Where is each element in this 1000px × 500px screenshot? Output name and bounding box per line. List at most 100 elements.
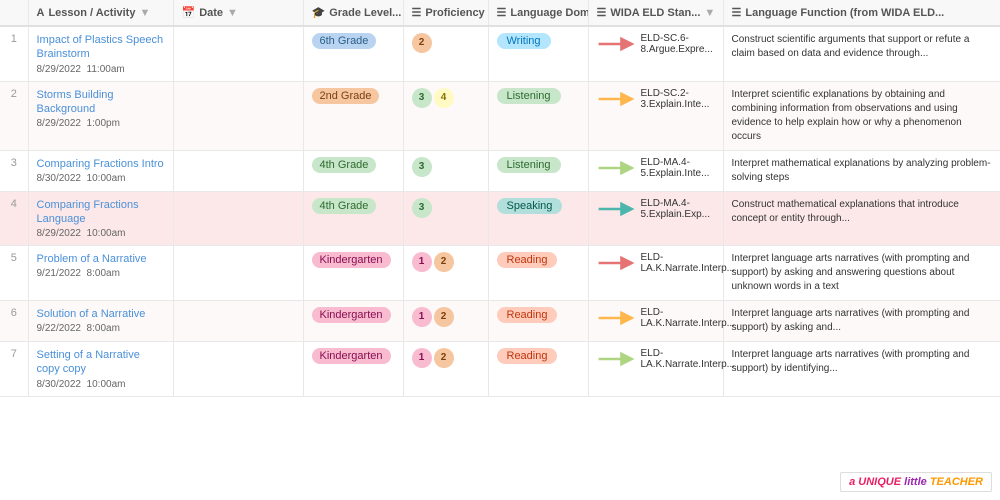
grade-cell: Kindergarten xyxy=(303,301,403,342)
grade-cell: 4th Grade xyxy=(303,191,403,246)
date-time: 8/30/2022 10:00am xyxy=(37,379,165,390)
prof-badge: 1 xyxy=(412,252,432,272)
lang-domain-cell: Listening xyxy=(488,150,588,191)
prof-badge: 2 xyxy=(434,307,454,327)
lang-domain-badge: Reading xyxy=(497,307,558,323)
lesson-name[interactable]: Impact of Plastics Speech Brainstorm xyxy=(37,33,165,62)
lang-func-cell: Interpret language arts narratives (with… xyxy=(723,301,1000,342)
proficiency-cell: 3 xyxy=(403,150,488,191)
date-cell xyxy=(173,81,303,150)
lesson-name[interactable]: Comparing Fractions Intro xyxy=(37,157,165,171)
date-time: 8/29/2022 11:00am xyxy=(37,64,165,75)
date-cell xyxy=(173,150,303,191)
date-time: 9/21/2022 8:00am xyxy=(37,268,165,279)
lang-func-text: Interpret scientific explanations by obt… xyxy=(732,88,992,144)
date-cell xyxy=(173,342,303,397)
wida-cell: ELD-MA.4-5.Explain.Inte... xyxy=(588,150,723,191)
col-header-lang-func[interactable]: ☰ Language Function (from WIDA ELD... xyxy=(723,0,1000,26)
lesson-name-cell[interactable]: Storms Building Background 8/29/2022 1:0… xyxy=(28,81,173,150)
lesson-name-cell[interactable]: Problem of a Narrative 9/21/2022 8:00am xyxy=(28,246,173,301)
prof-badge: 1 xyxy=(412,307,432,327)
prof-badge: 3 xyxy=(412,157,432,177)
lang-func-cell: Construct scientific arguments that supp… xyxy=(723,26,1000,81)
lang-func-cell: Interpret scientific explanations by obt… xyxy=(723,81,1000,150)
lang-icon: ☰ xyxy=(497,6,507,19)
wida-standard: ELD-LA.K.Narrate.Interp... xyxy=(641,252,735,274)
prof-badge: 4 xyxy=(434,88,454,108)
wida-arrow-icon xyxy=(597,352,637,366)
filter-icon: ▼ xyxy=(704,7,715,19)
table-row: 2Storms Building Background 8/29/2022 1:… xyxy=(0,81,1000,150)
date-time: 8/29/2022 10:00am xyxy=(37,228,165,239)
row-number: 2 xyxy=(0,81,28,150)
watermark-badge: a UNIQUE little TEACHER xyxy=(840,472,992,492)
proficiency-cell: 3 xyxy=(403,191,488,246)
lesson-name-cell[interactable]: Comparing Fractions Language 8/29/2022 1… xyxy=(28,191,173,246)
wida-cell: ELD-SC.2-3.Explain.Inte... xyxy=(588,81,723,150)
grade-cell: 6th Grade xyxy=(303,26,403,81)
wida-arrow-icon xyxy=(597,37,637,51)
lesson-name[interactable]: Setting of a Narrative copy copy xyxy=(37,348,165,377)
sort-icon: A xyxy=(37,7,45,19)
lesson-name[interactable]: Storms Building Background xyxy=(37,88,165,117)
lesson-name-cell[interactable]: Comparing Fractions Intro 8/30/2022 10:0… xyxy=(28,150,173,191)
wida-arrow-icon xyxy=(597,92,637,106)
filter-icon: ▼ xyxy=(227,7,238,19)
lesson-name[interactable]: Solution of a Narrative xyxy=(37,307,165,321)
col-header-grade[interactable]: 🎓 Grade Level... ▼ xyxy=(303,0,403,26)
lang-func-text: Construct scientific arguments that supp… xyxy=(732,33,992,61)
prof-badge: 2 xyxy=(434,348,454,368)
lesson-name[interactable]: Comparing Fractions Language xyxy=(37,198,165,227)
proficiency-cell: 12 xyxy=(403,246,488,301)
row-number: 7 xyxy=(0,342,28,397)
date-time: 8/30/2022 10:00am xyxy=(37,173,165,184)
watermark-little: little xyxy=(904,476,927,488)
table-row: 5Problem of a Narrative 9/21/2022 8:00am… xyxy=(0,246,1000,301)
lesson-name-cell[interactable]: Impact of Plastics Speech Brainstorm 8/2… xyxy=(28,26,173,81)
lang-func-text: Construct mathematical explanations that… xyxy=(732,198,992,226)
wida-arrow-icon xyxy=(597,202,637,216)
lang-domain-cell: Writing xyxy=(488,26,588,81)
col-header-lesson[interactable]: A Lesson / Activity ▼ xyxy=(28,0,173,26)
filter-icon: ▼ xyxy=(139,7,150,19)
col-header-lang-domain[interactable]: ☰ Language Domain(s) ▼ xyxy=(488,0,588,26)
lang-domain-badge: Reading xyxy=(497,348,558,364)
watermark-unique: a UNIQUE xyxy=(849,476,901,488)
row-number: 3 xyxy=(0,150,28,191)
lang-domain-cell: Speaking xyxy=(488,191,588,246)
lang-func-text: Interpret mathematical explanations by a… xyxy=(732,157,992,185)
lang-func-text: Interpret language arts narratives (with… xyxy=(732,307,992,335)
prof-badge: 3 xyxy=(412,88,432,108)
table-row: 1Impact of Plastics Speech Brainstorm 8/… xyxy=(0,26,1000,81)
wida-cell: ELD-LA.K.Narrate.Interp... xyxy=(588,301,723,342)
date-cell xyxy=(173,26,303,81)
date-time: 8/29/2022 1:00pm xyxy=(37,118,165,129)
row-number: 5 xyxy=(0,246,28,301)
prof-badge: 3 xyxy=(412,198,432,218)
table-row: 3Comparing Fractions Intro 8/30/2022 10:… xyxy=(0,150,1000,191)
table-row: 6Solution of a Narrative 9/22/2022 8:00a… xyxy=(0,301,1000,342)
grade-badge: Kindergarten xyxy=(312,348,391,364)
lang-func-cell: Interpret mathematical explanations by a… xyxy=(723,150,1000,191)
lesson-name-cell[interactable]: Solution of a Narrative 9/22/2022 8:00am xyxy=(28,301,173,342)
grade-badge: 4th Grade xyxy=(312,157,377,173)
lang-domain-badge: Reading xyxy=(497,252,558,268)
prof-icon: ☰ xyxy=(412,6,422,19)
grade-badge: Kindergarten xyxy=(312,252,391,268)
grade-cell: Kindergarten xyxy=(303,342,403,397)
col-header-wida[interactable]: ☰ WIDA ELD Stan... ▼ xyxy=(588,0,723,26)
calendar-icon: 📅 xyxy=(182,6,196,19)
date-cell xyxy=(173,301,303,342)
grade-cell: 4th Grade xyxy=(303,150,403,191)
lesson-name-cell[interactable]: Setting of a Narrative copy copy 8/30/20… xyxy=(28,342,173,397)
col-header-date[interactable]: 📅 Date ▼ xyxy=(173,0,303,26)
wida-cell: ELD-LA.K.Narrate.Interp... xyxy=(588,342,723,397)
wida-standard: ELD-LA.K.Narrate.Interp... xyxy=(641,348,735,370)
row-number: 6 xyxy=(0,301,28,342)
lesson-name[interactable]: Problem of a Narrative xyxy=(37,252,165,266)
wida-icon: ☰ xyxy=(597,6,607,19)
date-cell xyxy=(173,246,303,301)
grade-badge: 6th Grade xyxy=(312,33,377,49)
table-row: 7Setting of a Narrative copy copy 8/30/2… xyxy=(0,342,1000,397)
col-header-prof[interactable]: ☰ Proficiency Level(s) ▼ xyxy=(403,0,488,26)
